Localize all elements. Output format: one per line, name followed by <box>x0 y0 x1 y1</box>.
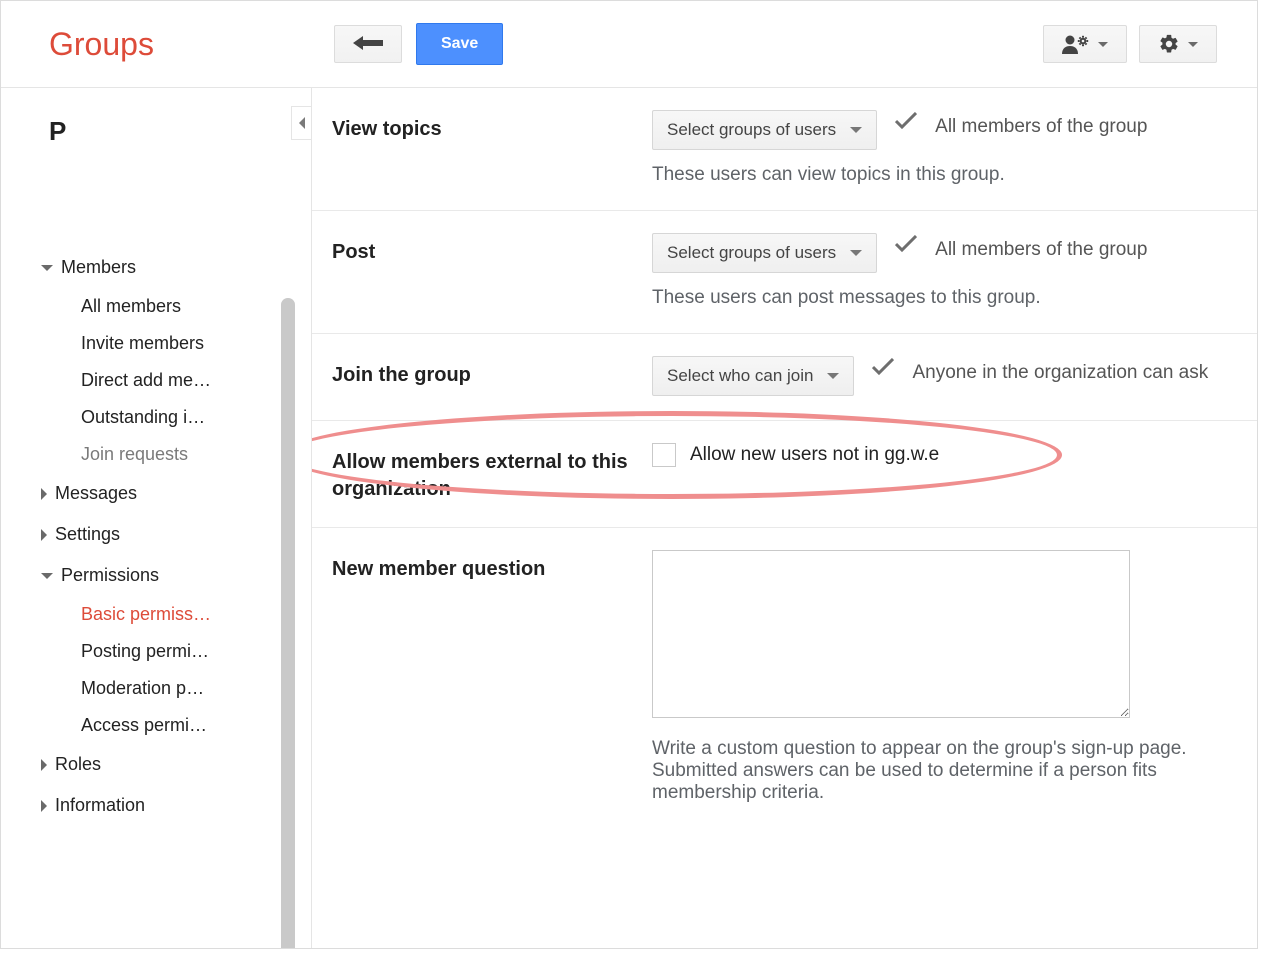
sidebar-scrollbar-thumb[interactable] <box>281 298 295 949</box>
chevron-down-icon <box>827 373 839 379</box>
sidebar-scrollbar[interactable] <box>281 298 295 949</box>
row-label: Allow members external to this organizat… <box>332 443 652 503</box>
sidebar-nav: Members All members Invite members Direc… <box>1 247 311 826</box>
row-join-group: Join the group Select who can join Anyon… <box>312 334 1257 421</box>
post-select[interactable]: Select groups of users <box>652 233 877 273</box>
group-initial: P <box>49 116 311 147</box>
settings-menu-button[interactable] <box>1139 25 1217 63</box>
sidebar-section-members[interactable]: Members <box>41 247 311 288</box>
help-text: These users can view topics in this grou… <box>652 164 1227 186</box>
row-label: Join the group <box>332 356 652 396</box>
sidebar-section-label: Information <box>55 795 145 816</box>
sidebar-section-settings[interactable]: Settings <box>41 514 311 555</box>
sidebar-item-outstanding-invites[interactable]: Outstanding i… <box>81 399 266 436</box>
row-label: New member question <box>332 550 652 804</box>
main-content: View topics Select groups of users All m… <box>311 88 1257 949</box>
sidebar-section-label: Roles <box>55 754 101 775</box>
view-topics-select[interactable]: Select groups of users <box>652 110 877 150</box>
body: P Members All members Invite members Dir… <box>1 88 1257 949</box>
checkmark-icon <box>872 358 894 376</box>
chevron-down-icon <box>1098 42 1108 47</box>
selected-value: All members of the group <box>935 239 1147 261</box>
selected-value: All members of the group <box>935 116 1147 138</box>
chevron-down-icon <box>850 127 862 133</box>
chevron-left-icon <box>299 117 305 129</box>
row-label: View topics <box>332 110 652 186</box>
sidebar-item-all-members[interactable]: All members <box>81 288 266 325</box>
sidebar-section-information[interactable]: Information <box>41 785 311 826</box>
checkbox-label: Allow new users not in gg.w.e <box>690 444 939 466</box>
sidebar-item-invite-members[interactable]: Invite members <box>81 325 266 362</box>
sidebar-item-access-permissions[interactable]: Access permi… <box>81 707 266 744</box>
select-label: Select groups of users <box>667 243 836 263</box>
sidebar: P Members All members Invite members Dir… <box>1 88 311 949</box>
select-label: Select who can join <box>667 366 813 386</box>
sidebar-item-join-requests[interactable]: Join requests <box>81 436 266 473</box>
sidebar-section-label: Messages <box>55 483 137 504</box>
sidebar-section-messages[interactable]: Messages <box>41 473 311 514</box>
row-label: Post <box>332 233 652 309</box>
sidebar-section-label: Permissions <box>61 565 159 586</box>
help-text: These users can post messages to this gr… <box>652 287 1227 309</box>
back-button[interactable] <box>334 25 402 63</box>
chevron-right-icon <box>41 488 47 500</box>
sidebar-section-roles[interactable]: Roles <box>41 744 311 785</box>
sidebar-section-label: Members <box>61 257 136 278</box>
sidebar-item-moderation-permissions[interactable]: Moderation p… <box>81 670 266 707</box>
sidebar-section-label: Settings <box>55 524 120 545</box>
person-gear-icon <box>1062 34 1090 54</box>
chevron-right-icon <box>41 529 47 541</box>
checkmark-icon <box>895 112 917 130</box>
chevron-right-icon <box>41 759 47 771</box>
sidebar-collapse-toggle[interactable] <box>291 106 312 140</box>
new-member-question-textarea[interactable] <box>652 550 1130 718</box>
app-logo: Groups <box>49 26 154 63</box>
chevron-down-icon <box>41 265 53 271</box>
app-frame: Groups Save <box>0 0 1258 949</box>
selected-value: Anyone in the organization can ask <box>912 362 1208 384</box>
help-text: Write a custom question to appear on the… <box>652 738 1227 804</box>
chevron-right-icon <box>41 800 47 812</box>
header: Groups Save <box>1 1 1257 88</box>
row-view-topics: View topics Select groups of users All m… <box>312 88 1257 211</box>
chevron-down-icon <box>41 573 53 579</box>
gear-icon <box>1158 33 1180 55</box>
row-post: Post Select groups of users All members … <box>312 211 1257 334</box>
join-select[interactable]: Select who can join <box>652 356 854 396</box>
chevron-down-icon <box>1188 42 1198 47</box>
select-label: Select groups of users <box>667 120 836 140</box>
allow-external-checkbox[interactable] <box>652 443 676 467</box>
chevron-down-icon <box>850 250 862 256</box>
save-button[interactable]: Save <box>416 23 503 65</box>
row-allow-external: Allow members external to this organizat… <box>312 421 1257 528</box>
row-new-member-question: New member question Write a custom quest… <box>312 528 1257 828</box>
back-arrow-icon <box>353 31 383 57</box>
sidebar-item-direct-add-members[interactable]: Direct add me… <box>81 362 266 399</box>
sidebar-item-posting-permissions[interactable]: Posting permi… <box>81 633 266 670</box>
sidebar-item-basic-permissions[interactable]: Basic permiss… <box>81 596 266 633</box>
group-members-menu-button[interactable] <box>1043 25 1127 63</box>
sidebar-section-permissions[interactable]: Permissions <box>41 555 311 596</box>
checkmark-icon <box>895 235 917 253</box>
